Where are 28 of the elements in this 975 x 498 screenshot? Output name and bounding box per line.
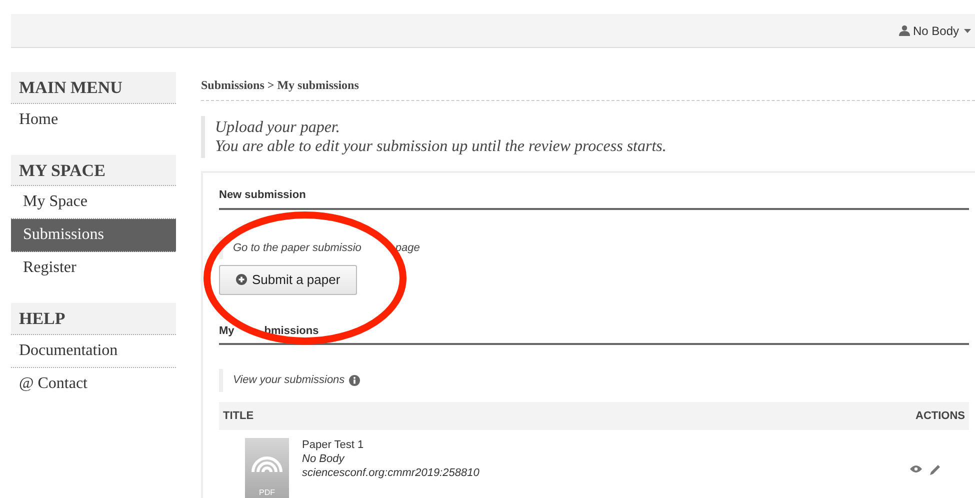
column-heading: TITLE [223, 408, 254, 424]
paper-id: sciencesconf.org:cmmr2019:258810 [302, 466, 480, 480]
menu-heading: MY SPACE [11, 154, 176, 186]
info-icon[interactable] [348, 374, 360, 386]
user-icon [898, 25, 910, 36]
user-menu[interactable]: No Body [898, 22, 971, 40]
hint-text: View your submissions [233, 373, 345, 388]
submit-paper-button[interactable]: Submit a paper [219, 265, 358, 294]
menu-item[interactable]: @ Contact [11, 368, 176, 400]
view-icon[interactable] [910, 465, 922, 473]
plus-circle-icon [236, 274, 247, 286]
section-heading: bmissions [264, 324, 319, 336]
section-heading: New submission [219, 187, 969, 210]
menu-heading: HELP [11, 303, 176, 334]
menu-item[interactable]: Submissions [11, 219, 176, 252]
breadcrumb: Submissions > My submissions [201, 72, 975, 101]
column-heading: ACTIONS [916, 408, 965, 424]
section-heading: My [219, 324, 234, 336]
author-name: No Body [302, 452, 346, 466]
edit-icon[interactable] [930, 464, 941, 474]
hint-text: Go to the paper submissio [233, 240, 362, 256]
paper-title[interactable]: Paper Test 1 [302, 438, 910, 452]
menu-heading: MAIN MENU [11, 72, 176, 104]
menu-item[interactable]: Documentation [11, 334, 176, 368]
intro-text: Upload your paper. You are able to edit your submission up until the review process starts. [201, 116, 975, 158]
caret-icon [964, 28, 971, 32]
menu-item[interactable]: Register [11, 252, 176, 284]
menu-item[interactable]: Home [11, 104, 176, 136]
